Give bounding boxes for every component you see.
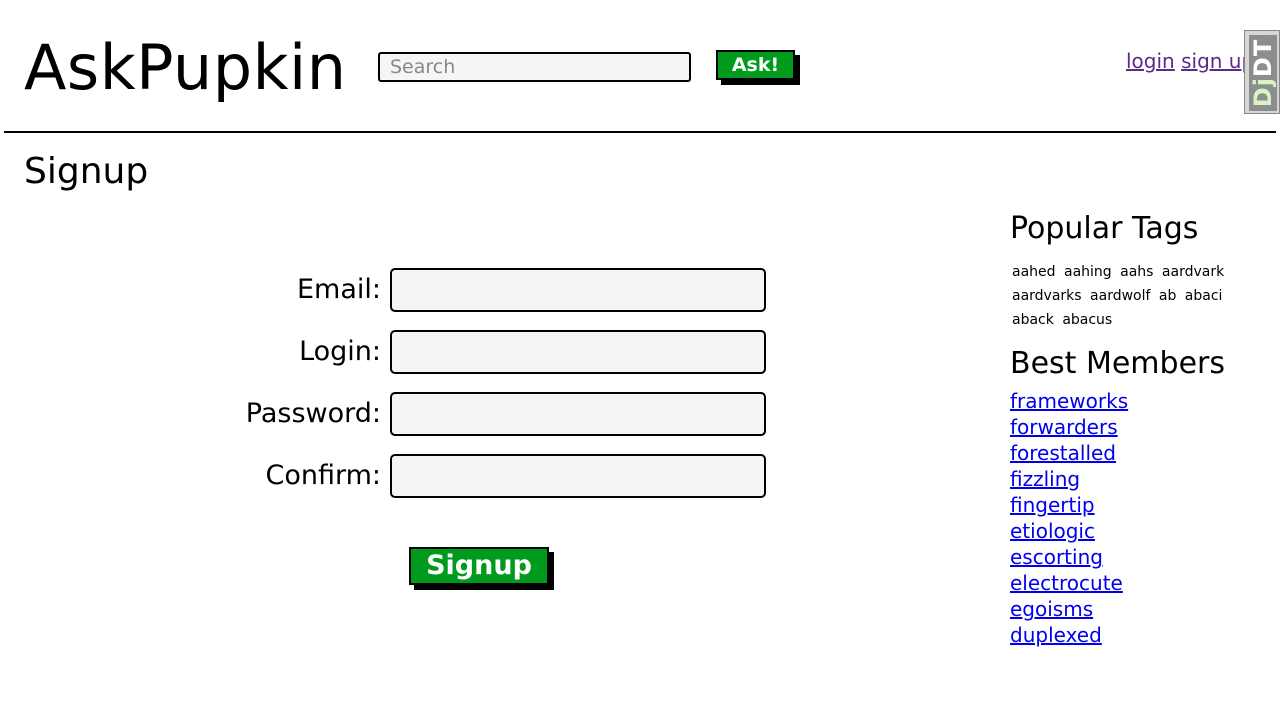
list-item: forestalled bbox=[1010, 440, 1128, 466]
debug-toolbar-logo: DjDT bbox=[1249, 35, 1277, 111]
auth-links: login sign up bbox=[1126, 49, 1254, 73]
member-link[interactable]: etiologic bbox=[1010, 519, 1095, 543]
tag-link[interactable]: aardvark bbox=[1162, 264, 1224, 280]
list-item: fingertip bbox=[1010, 492, 1128, 518]
best-members-list: frameworks forwarders forestalled fizzli… bbox=[1010, 388, 1128, 648]
page-title: Signup bbox=[24, 151, 149, 192]
list-item: forwarders bbox=[1010, 414, 1128, 440]
list-item: escorting bbox=[1010, 544, 1128, 570]
member-link[interactable]: duplexed bbox=[1010, 623, 1102, 647]
list-item: duplexed bbox=[1010, 622, 1128, 648]
password-row: Password: bbox=[0, 392, 780, 436]
email-row: Email: bbox=[0, 268, 780, 312]
ask-button[interactable]: Ask! bbox=[716, 50, 795, 80]
email-label: Email: bbox=[296, 274, 381, 305]
tag-link[interactable]: aardvarks bbox=[1012, 288, 1082, 304]
tag-link[interactable]: aardwolf bbox=[1090, 288, 1150, 304]
best-members-heading: Best Members bbox=[1010, 346, 1225, 381]
tag-link[interactable]: abaci bbox=[1185, 288, 1223, 304]
member-link[interactable]: fizzling bbox=[1010, 467, 1080, 491]
member-link[interactable]: fingertip bbox=[1010, 493, 1095, 517]
login-field[interactable] bbox=[390, 330, 766, 374]
tag-link[interactable]: aahs bbox=[1120, 264, 1153, 280]
member-link[interactable]: electrocute bbox=[1010, 571, 1123, 595]
tag-link[interactable]: aback bbox=[1012, 312, 1054, 328]
header-divider bbox=[4, 131, 1276, 133]
signup-submit-button[interactable]: Signup bbox=[409, 547, 549, 585]
debug-toolbar-handle[interactable]: DjDT bbox=[1244, 30, 1280, 114]
list-item: fizzling bbox=[1010, 466, 1128, 492]
member-link[interactable]: forwarders bbox=[1010, 415, 1118, 439]
confirm-row: Confirm: bbox=[0, 454, 780, 498]
search-input[interactable] bbox=[378, 52, 691, 82]
list-item: frameworks bbox=[1010, 388, 1128, 414]
password-field[interactable] bbox=[390, 392, 766, 436]
password-label: Password: bbox=[245, 398, 381, 429]
list-item: electrocute bbox=[1010, 570, 1128, 596]
login-label: Login: bbox=[299, 336, 381, 367]
tag-cloud: aahed aahing aahs aardvark aardvarks aar… bbox=[1012, 260, 1252, 332]
login-link[interactable]: login bbox=[1126, 49, 1175, 73]
site-header: AskPupkin Ask! login sign up DjDT bbox=[0, 0, 1280, 132]
tag-link[interactable]: aahed bbox=[1012, 264, 1056, 280]
email-field[interactable] bbox=[390, 268, 766, 312]
member-link[interactable]: frameworks bbox=[1010, 389, 1128, 413]
tag-link[interactable]: abacus bbox=[1062, 312, 1112, 328]
popular-tags-heading: Popular Tags bbox=[1010, 211, 1199, 246]
tag-link[interactable]: aahing bbox=[1064, 264, 1112, 280]
confirm-label: Confirm: bbox=[265, 460, 381, 491]
debug-toolbar-label: DjDT bbox=[1249, 38, 1277, 108]
tag-link[interactable]: ab bbox=[1159, 288, 1176, 304]
site-logo[interactable]: AskPupkin bbox=[24, 30, 347, 106]
confirm-password-field[interactable] bbox=[390, 454, 766, 498]
login-row: Login: bbox=[0, 330, 780, 374]
member-link[interactable]: egoisms bbox=[1010, 597, 1093, 621]
member-link[interactable]: forestalled bbox=[1010, 441, 1116, 465]
list-item: etiologic bbox=[1010, 518, 1128, 544]
member-link[interactable]: escorting bbox=[1010, 545, 1103, 569]
list-item: egoisms bbox=[1010, 596, 1128, 622]
